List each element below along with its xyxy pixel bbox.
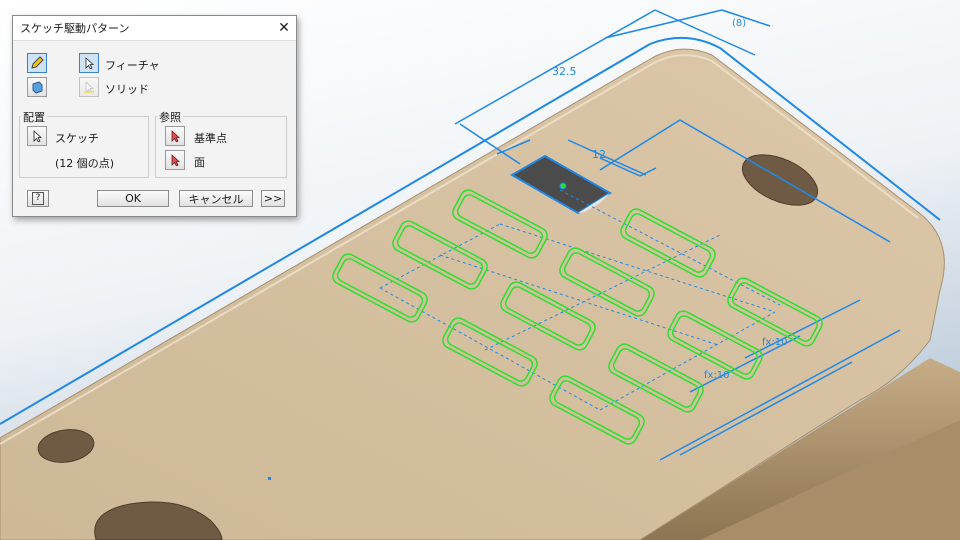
red-cursor-icon bbox=[171, 130, 181, 142]
dialog-titlebar[interactable]: スケッチ駆動パターン ✕ bbox=[13, 16, 296, 41]
base-point-select-button[interactable] bbox=[165, 126, 185, 146]
solid-mode-button[interactable] bbox=[27, 77, 47, 97]
feature-mode-button[interactable] bbox=[27, 53, 47, 73]
sketch-select-button[interactable] bbox=[27, 126, 47, 146]
dimension-12[interactable]: 12 bbox=[592, 148, 606, 161]
help-icon: ? bbox=[31, 192, 45, 205]
sketch-point bbox=[268, 477, 271, 480]
solid-label: ソリッド bbox=[105, 83, 149, 96]
sketch-label: スケッチ bbox=[55, 132, 99, 145]
more-options-button[interactable]: >> bbox=[261, 190, 285, 207]
face-label: 面 bbox=[194, 156, 205, 169]
dimension-32-5[interactable]: 32.5 bbox=[552, 65, 577, 78]
sketch-driven-pattern-dialog: スケッチ駆動パターン ✕ フィーチャ ソリッド 配置 スケッチ (12 個の点)… bbox=[12, 15, 297, 217]
face-select-button[interactable] bbox=[165, 150, 185, 170]
dialog-title: スケッチ駆動パターン bbox=[20, 22, 130, 35]
pencil-feature-icon bbox=[31, 56, 44, 69]
solid-body-icon bbox=[32, 81, 43, 94]
feature-select-button[interactable] bbox=[79, 53, 99, 73]
solid-select-button[interactable] bbox=[79, 77, 99, 97]
base-point-label: 基準点 bbox=[194, 132, 227, 145]
ok-button[interactable]: OK bbox=[97, 190, 169, 207]
cancel-button[interactable]: キャンセル bbox=[179, 190, 253, 207]
help-button[interactable]: ? bbox=[27, 190, 49, 207]
placement-title: 配置 bbox=[21, 109, 47, 125]
cursor-arrow-icon bbox=[84, 81, 95, 93]
reference-title: 参照 bbox=[157, 109, 183, 125]
red-cursor-icon bbox=[171, 154, 181, 166]
feature-label: フィーチャ bbox=[105, 59, 160, 72]
dimension-fx10-a[interactable]: fx:10 bbox=[762, 337, 788, 348]
dimension-8[interactable]: (8) bbox=[732, 18, 746, 29]
point-count: (12 個の点) bbox=[55, 157, 115, 170]
cursor-arrow-icon bbox=[85, 57, 95, 69]
close-icon[interactable]: ✕ bbox=[272, 16, 296, 40]
dimension-fx10-b[interactable]: fx:10 bbox=[704, 370, 730, 381]
cursor-arrow-icon bbox=[33, 130, 43, 142]
